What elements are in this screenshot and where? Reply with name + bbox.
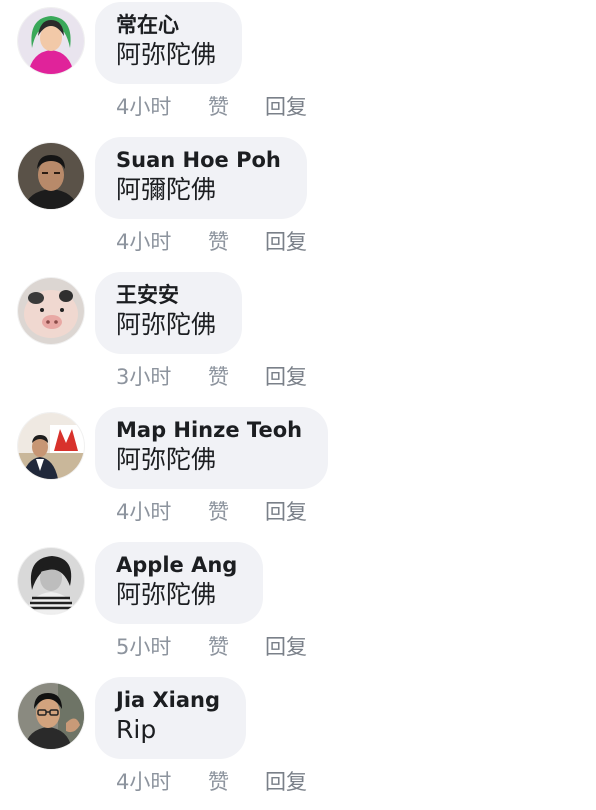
comment-bubble: 常在心 阿弥陀佛 xyxy=(95,2,243,84)
reply-button[interactable]: 回复 xyxy=(265,496,307,528)
comment-author[interactable]: Map Hinze Teoh xyxy=(116,417,302,443)
like-button[interactable]: 赞 xyxy=(208,496,229,528)
comment-text: 阿弥陀佛 xyxy=(116,40,217,69)
comment-actions: 4小时 赞 回复 xyxy=(0,226,596,258)
comment-time: 5小时 xyxy=(116,635,172,659)
comment-actions: 4小时 赞 回复 xyxy=(0,91,596,123)
comment-text: Rip xyxy=(116,715,157,744)
comment-author[interactable]: 常在心 xyxy=(116,12,216,38)
comment-actions: 5小时 赞 回复 xyxy=(0,631,596,663)
like-button[interactable]: 赞 xyxy=(208,91,229,123)
avatar[interactable] xyxy=(18,8,84,74)
comment-author[interactable]: Suan Hoe Poh xyxy=(116,147,281,173)
like-button[interactable]: 赞 xyxy=(208,226,229,258)
comment-text: 阿弥陀佛 xyxy=(116,310,217,339)
comment-bubble: Suan Hoe Poh 阿彌陀佛 xyxy=(95,137,307,219)
comment-item: Map Hinze Teoh 阿弥陀佛 4小时 赞 回复 xyxy=(0,405,596,540)
avatar[interactable] xyxy=(18,548,84,614)
reply-button[interactable]: 回复 xyxy=(265,226,307,258)
like-button[interactable]: 赞 xyxy=(208,361,229,393)
reply-button[interactable]: 回复 xyxy=(265,631,307,663)
comment-actions: 4小时 赞 回复 xyxy=(0,766,596,798)
comment-bubble: 王安安 阿弥陀佛 xyxy=(95,272,243,354)
reply-button[interactable]: 回复 xyxy=(265,91,307,123)
like-button[interactable]: 赞 xyxy=(208,631,229,663)
comment-item: Suan Hoe Poh 阿彌陀佛 4小时 赞 回复 xyxy=(0,135,596,270)
comment-bubble: Jia Xiang Rip xyxy=(95,677,247,759)
comment-time: 4小时 xyxy=(116,95,172,119)
comment-time: 3小时 xyxy=(116,365,172,389)
comment-time: 4小时 xyxy=(116,500,172,524)
comment-time: 4小时 xyxy=(116,230,172,254)
avatar[interactable] xyxy=(18,683,84,749)
avatar[interactable] xyxy=(18,413,84,479)
comment-item: 常在心 阿弥陀佛 4小时 赞 回复 xyxy=(0,0,596,135)
comment-text: 阿弥陀佛 xyxy=(116,445,217,474)
comment-author[interactable]: 王安安 xyxy=(116,282,216,308)
comment-text: 阿彌陀佛 xyxy=(116,175,217,204)
comment-actions: 3小时 赞 回复 xyxy=(0,361,596,393)
avatar[interactable] xyxy=(18,143,84,209)
comment-time: 4小时 xyxy=(116,770,172,794)
comment-text: 阿弥陀佛 xyxy=(116,580,217,609)
reply-button[interactable]: 回复 xyxy=(265,361,307,393)
comment-item: 王安安 阿弥陀佛 3小时 赞 回复 xyxy=(0,270,596,405)
like-button[interactable]: 赞 xyxy=(208,766,229,798)
comment-author[interactable]: Apple Ang xyxy=(116,552,237,578)
comment-bubble: Apple Ang 阿弥陀佛 xyxy=(95,542,264,624)
comment-author[interactable]: Jia Xiang xyxy=(116,687,220,713)
reply-button[interactable]: 回复 xyxy=(265,766,307,798)
comment-item: Apple Ang 阿弥陀佛 5小时 赞 回复 xyxy=(0,540,596,675)
comment-item: Jia Xiang Rip 4小时 赞 回复 xyxy=(0,675,596,810)
avatar[interactable] xyxy=(18,278,84,344)
comment-bubble: Map Hinze Teoh 阿弥陀佛 xyxy=(95,407,329,489)
comment-actions: 4小时 赞 回复 xyxy=(0,496,596,528)
